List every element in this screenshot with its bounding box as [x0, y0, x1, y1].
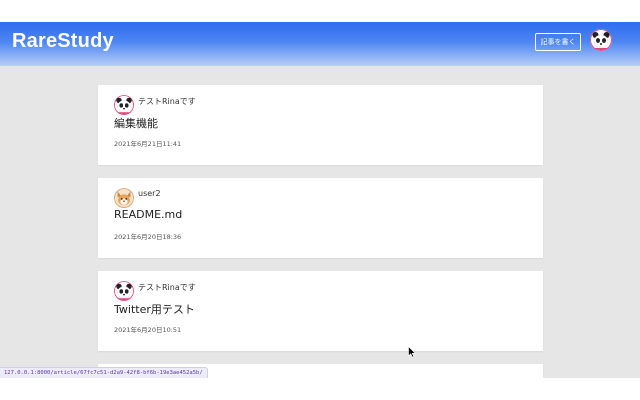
author-avatar — [114, 95, 134, 115]
article-card[interactable]: user2 README.md 2021年6月20日18:36 — [98, 178, 543, 258]
top-blank-bar — [0, 0, 640, 22]
author-avatar — [114, 281, 134, 301]
article-date: 2021年6月20日10:51 — [114, 326, 182, 334]
panda-avatar-icon — [114, 281, 134, 301]
article-date: 2021年6月21日11:41 — [114, 140, 182, 148]
fox-avatar-icon — [114, 188, 134, 208]
author-avatar — [114, 188, 134, 208]
site-logo[interactable]: RareStudy — [12, 30, 114, 53]
article-card[interactable]: テストRinaです Twitter用テスト 2021年6月20日10:51 — [98, 271, 543, 351]
article-author: テストRinaです — [138, 97, 196, 106]
article-title[interactable]: README.md — [114, 208, 182, 221]
article-date: 2021年6月20日18:36 — [114, 233, 182, 241]
article-author: テストRinaです — [138, 283, 196, 292]
write-article-button[interactable]: 記事を書く — [535, 33, 581, 51]
user-avatar[interactable] — [590, 29, 612, 51]
article-title[interactable]: Twitter用テスト — [114, 301, 195, 317]
article-card[interactable]: テストRinaです 編集機能 2021年6月21日11:41 — [98, 85, 543, 165]
article-author: user2 — [138, 189, 161, 198]
panda-avatar-icon — [590, 29, 612, 51]
bottom-blank-bar — [0, 378, 640, 400]
panda-avatar-icon — [114, 95, 134, 115]
mouse-cursor-icon — [408, 346, 416, 358]
app-header: RareStudy 記事を書く — [0, 22, 640, 66]
article-list: テストRinaです 編集機能 2021年6月21日11:41 user2 REA… — [0, 66, 640, 378]
article-title[interactable]: 編集機能 — [114, 115, 158, 131]
